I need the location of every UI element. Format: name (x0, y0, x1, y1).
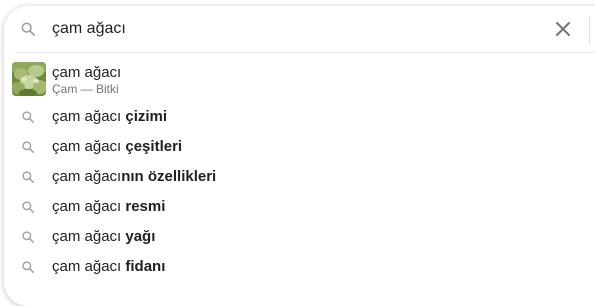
suggestion-text: çam ağacının özellikleri (52, 168, 217, 185)
suggestion-text: çam ağacı yağı (52, 228, 156, 245)
entity-title: çam ağacı (52, 64, 122, 81)
suggestion-item[interactable]: çam ağacı resmi (4, 192, 595, 222)
results-divider (18, 52, 595, 53)
search-icon (21, 200, 35, 214)
entity-suggestion[interactable]: çam ağacı Çam — Bitki (4, 58, 595, 102)
search-icon (21, 230, 35, 244)
close-icon (556, 22, 570, 36)
search-suggestions-panel: çam ağacı çam ağacı Çam — Bitki çam ağac… (4, 6, 595, 306)
suggestion-text: çam ağacı çeşitleri (52, 138, 183, 155)
clear-search-button[interactable] (551, 17, 575, 41)
suggestion-item[interactable]: çam ağacı yağı (4, 222, 595, 252)
suggestion-item[interactable]: çam ağacı çizimi (4, 102, 595, 132)
suggestion-item[interactable]: çam ağacı çeşitleri (4, 132, 595, 162)
suggestion-item[interactable]: çam ağacı fidanı (4, 252, 595, 282)
suggestion-text: çam ağacı resmi (52, 198, 166, 215)
suggestion-text: çam ağacı çizimi (52, 108, 168, 125)
pine-tree-thumbnail (12, 62, 46, 96)
search-input[interactable]: çam ağacı (52, 19, 126, 39)
suggestion-list: çam ağacı çizimi çam ağacı çeşitleri çam… (4, 102, 595, 282)
search-icon (21, 260, 35, 274)
search-icon (21, 140, 35, 154)
search-icon (20, 21, 36, 37)
search-divider (589, 16, 590, 44)
search-icon (21, 170, 35, 184)
entity-subtitle: Çam — Bitki (52, 82, 119, 96)
suggestion-item[interactable]: çam ağacının özellikleri (4, 162, 595, 192)
search-icon (21, 110, 35, 124)
search-bar[interactable]: çam ağacı (4, 6, 595, 52)
